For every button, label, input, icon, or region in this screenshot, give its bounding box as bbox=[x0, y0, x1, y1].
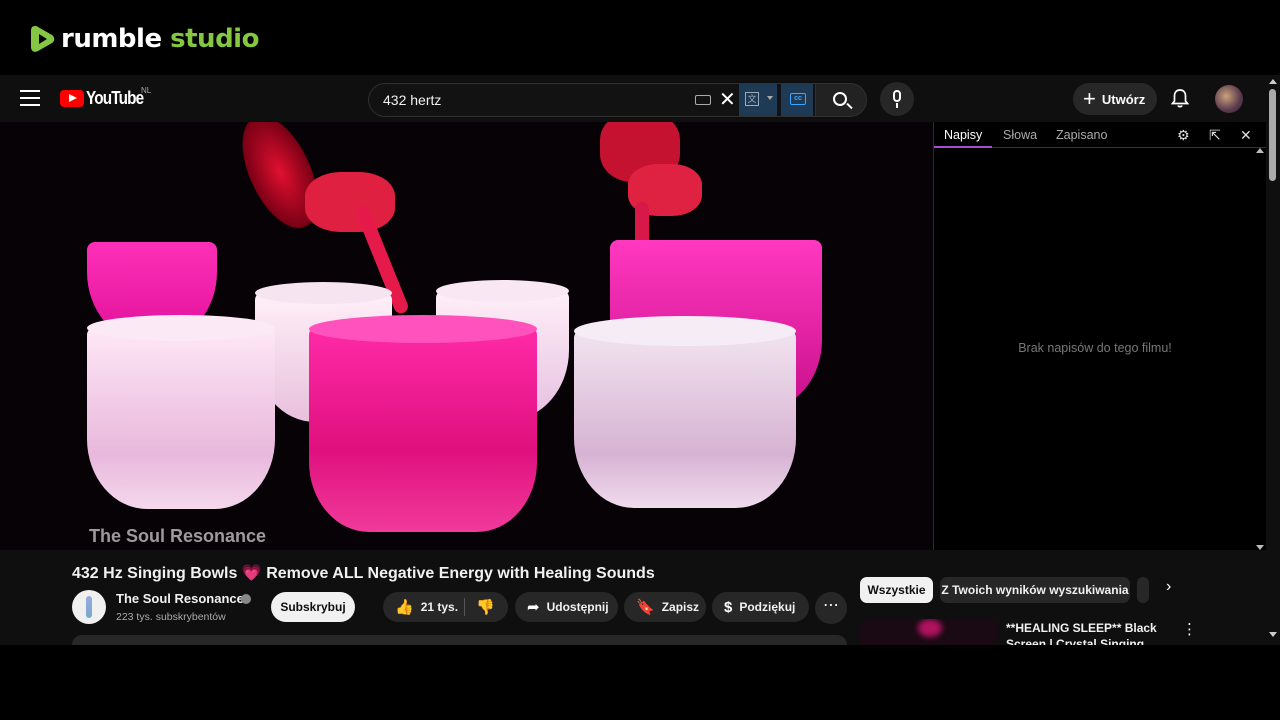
youtube-play-icon bbox=[60, 90, 84, 107]
export-icon[interactable]: ⇱ bbox=[1209, 127, 1221, 144]
mic-icon bbox=[893, 90, 901, 102]
share-label: Udostępnij bbox=[546, 600, 609, 614]
mic-stand bbox=[896, 103, 898, 108]
bowl-rim bbox=[436, 280, 569, 302]
rumble-word-1: rumble bbox=[61, 24, 162, 54]
chevron-down-icon bbox=[767, 96, 773, 100]
video-title: 432 Hz Singing Bowls 💗 Remove ALL Negati… bbox=[72, 563, 655, 583]
thumbs-up-icon: 👍 bbox=[395, 599, 414, 616]
share-icon: ➦ bbox=[527, 599, 540, 616]
video-player[interactable]: The Soul Resonance bbox=[0, 122, 933, 550]
rumble-logo[interactable]: rumble studio bbox=[30, 24, 259, 54]
chip-all[interactable]: Wszystkie bbox=[860, 577, 933, 603]
verified-badge-icon bbox=[241, 594, 251, 604]
chip-from-search[interactable]: Z Twoich wyników wyszukiwania bbox=[940, 577, 1130, 603]
bowl-front-right bbox=[574, 316, 796, 508]
video-watermark: The Soul Resonance bbox=[89, 526, 267, 546]
subtitles-panel: Napisy Słowa Zapisano ⚙ ⇱ ✕ Brak napisów… bbox=[933, 122, 1266, 550]
thanks-icon: $ bbox=[724, 598, 733, 616]
thumbs-down-icon[interactable]: 👎 bbox=[476, 598, 495, 616]
recommendation-thumbnail[interactable] bbox=[860, 619, 998, 645]
clear-search-icon[interactable]: ✕ bbox=[719, 90, 736, 110]
tab-zapisano[interactable]: Zapisano bbox=[1056, 128, 1107, 142]
rumble-wordmark: rumble studio bbox=[61, 24, 259, 54]
share-button[interactable]: ➦ Udostępnij bbox=[515, 592, 618, 622]
active-tab-indicator bbox=[934, 146, 992, 148]
create-button[interactable]: + Utwórz bbox=[1073, 83, 1157, 115]
save-button[interactable]: 🔖 Zapisz bbox=[624, 592, 706, 622]
scroll-up-arrow[interactable] bbox=[1269, 79, 1277, 84]
country-code: NL bbox=[141, 86, 152, 95]
rumble-word-2: studio bbox=[170, 24, 259, 54]
subtitles-tabs: Napisy Słowa Zapisano ⚙ ⇱ ✕ bbox=[934, 122, 1266, 148]
subtitles-scrollbar[interactable] bbox=[1256, 148, 1264, 550]
search-icon bbox=[833, 92, 847, 106]
search-button[interactable] bbox=[815, 83, 867, 117]
scroll-down-arrow[interactable] bbox=[1269, 632, 1277, 637]
captions-extension-button[interactable]: cc bbox=[781, 84, 813, 116]
more-vertical-icon[interactable]: ⋮ bbox=[1182, 620, 1197, 638]
captions-icon: cc bbox=[790, 93, 806, 105]
thanks-button[interactable]: $ Podziękuj bbox=[712, 592, 809, 622]
tab-slowa[interactable]: Słowa bbox=[1003, 128, 1037, 142]
bell-icon[interactable] bbox=[1171, 88, 1189, 108]
voice-search-button[interactable] bbox=[880, 82, 914, 116]
save-label: Zapisz bbox=[661, 600, 700, 614]
bookmark-icon: 🔖 bbox=[636, 599, 655, 616]
create-label: Utwórz bbox=[1101, 91, 1146, 107]
translate-extension-button[interactable]: 文 bbox=[739, 84, 777, 116]
thanks-label: Podziękuj bbox=[739, 600, 796, 614]
bowl-rim bbox=[87, 315, 275, 341]
description-box[interactable] bbox=[72, 635, 847, 645]
chip-partial[interactable] bbox=[1137, 577, 1149, 603]
youtube-logo[interactable]: YouTube bbox=[60, 88, 153, 109]
translate-icon: 文 bbox=[745, 92, 759, 106]
plus-icon: + bbox=[1083, 86, 1096, 111]
rumble-play-icon bbox=[31, 26, 55, 52]
scroll-up-arrow[interactable] bbox=[1256, 148, 1264, 153]
page-scrollbar[interactable] bbox=[1266, 75, 1280, 645]
bowl-front-left bbox=[87, 315, 275, 509]
recommendation-title[interactable]: **HEALING SLEEP** Black Screen | Crystal… bbox=[1006, 620, 1171, 645]
account-avatar[interactable] bbox=[1215, 85, 1243, 113]
subtitles-empty-message: Brak napisów do tego filmu! bbox=[1018, 341, 1172, 355]
subscriber-count: 223 tys. subskrybentów bbox=[116, 611, 226, 623]
search-input-value[interactable]: 432 hertz bbox=[383, 92, 441, 108]
settings-gear-icon[interactable]: ⚙ bbox=[1177, 127, 1190, 144]
video-title-part2: Remove ALL Negative Energy with Healing … bbox=[266, 565, 655, 582]
like-button[interactable]: 👍 21 tys. 👎 bbox=[383, 592, 508, 622]
bowl-rim bbox=[574, 316, 796, 346]
youtube-logo-text: YouTube bbox=[86, 88, 144, 108]
bowl-front-center bbox=[309, 315, 537, 532]
youtube-page: YouTube NL 432 hertz ✕ 文 cc + Utwórz The… bbox=[0, 75, 1280, 645]
channel-avatar[interactable] bbox=[72, 590, 106, 624]
like-count: 21 tys. bbox=[420, 600, 459, 614]
video-title-part1: 432 Hz Singing Bowls bbox=[72, 565, 238, 582]
hand-left-fingers bbox=[305, 172, 395, 232]
bowl-rim bbox=[309, 315, 537, 343]
scrollbar-thumb[interactable] bbox=[1269, 89, 1276, 181]
channel-name[interactable]: The Soul Resonance bbox=[116, 591, 244, 606]
scroll-down-arrow[interactable] bbox=[1256, 545, 1264, 550]
more-actions-button[interactable]: ⋯ bbox=[815, 592, 847, 624]
masthead: YouTube NL 432 hertz ✕ 文 cc + Utwórz bbox=[0, 75, 1266, 122]
bowl-rim bbox=[255, 282, 392, 304]
close-icon[interactable]: ✕ bbox=[1240, 127, 1252, 144]
tab-napisy[interactable]: Napisy bbox=[944, 128, 982, 142]
keyboard-icon[interactable] bbox=[695, 95, 711, 105]
chevron-right-icon[interactable]: › bbox=[1166, 578, 1171, 596]
like-divider bbox=[464, 598, 465, 616]
rumble-header: rumble studio bbox=[0, 0, 1280, 75]
hamburger-icon[interactable] bbox=[20, 90, 40, 106]
subscribe-button[interactable]: Subskrybuj bbox=[271, 592, 355, 622]
heart-emoji: 💗 bbox=[241, 565, 262, 582]
